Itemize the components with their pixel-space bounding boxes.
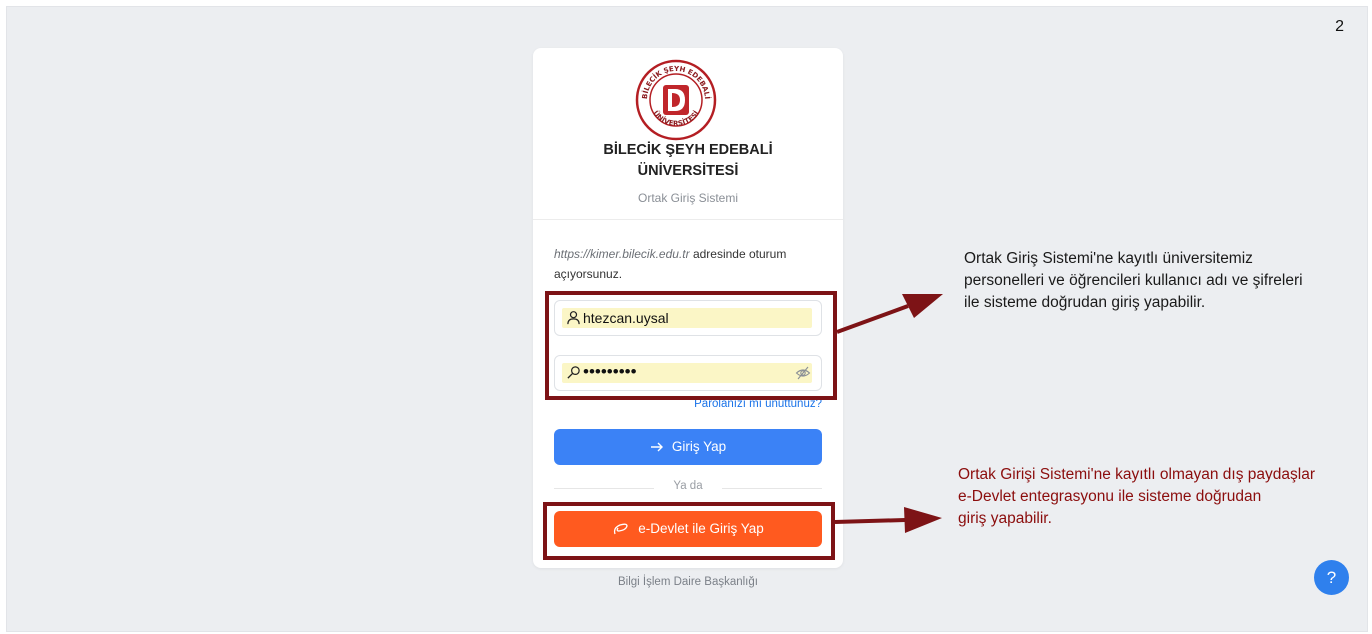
credentials-note-line: ile sisteme doğrudan giriş yapabilir. <box>964 294 1206 311</box>
edevlet-note-line: e-Devlet entegrasyonu ile sisteme doğrud… <box>958 488 1262 505</box>
edevlet-note-line: Ortak Girişi Sistemi'ne kayıtlı olmayan … <box>958 466 1315 483</box>
help-button[interactable]: ? <box>1314 560 1349 595</box>
edevlet-note: Ortak Girişi Sistemi'ne kayıtlı olmayan … <box>958 464 1358 530</box>
credentials-note: Ortak Giriş Sistemi'ne kayıtlı üniversit… <box>964 248 1354 314</box>
credentials-note-line: Ortak Giriş Sistemi'ne kayıtlı üniversit… <box>964 250 1253 267</box>
edevlet-note-line: giriş yapabilir. <box>958 510 1052 527</box>
arrow-edevlet <box>834 507 942 533</box>
annotation-arrows <box>834 294 943 533</box>
credentials-note-line: personelleri ve öğrencileri kullanıcı ad… <box>964 272 1303 289</box>
arrow-credentials <box>836 294 943 334</box>
